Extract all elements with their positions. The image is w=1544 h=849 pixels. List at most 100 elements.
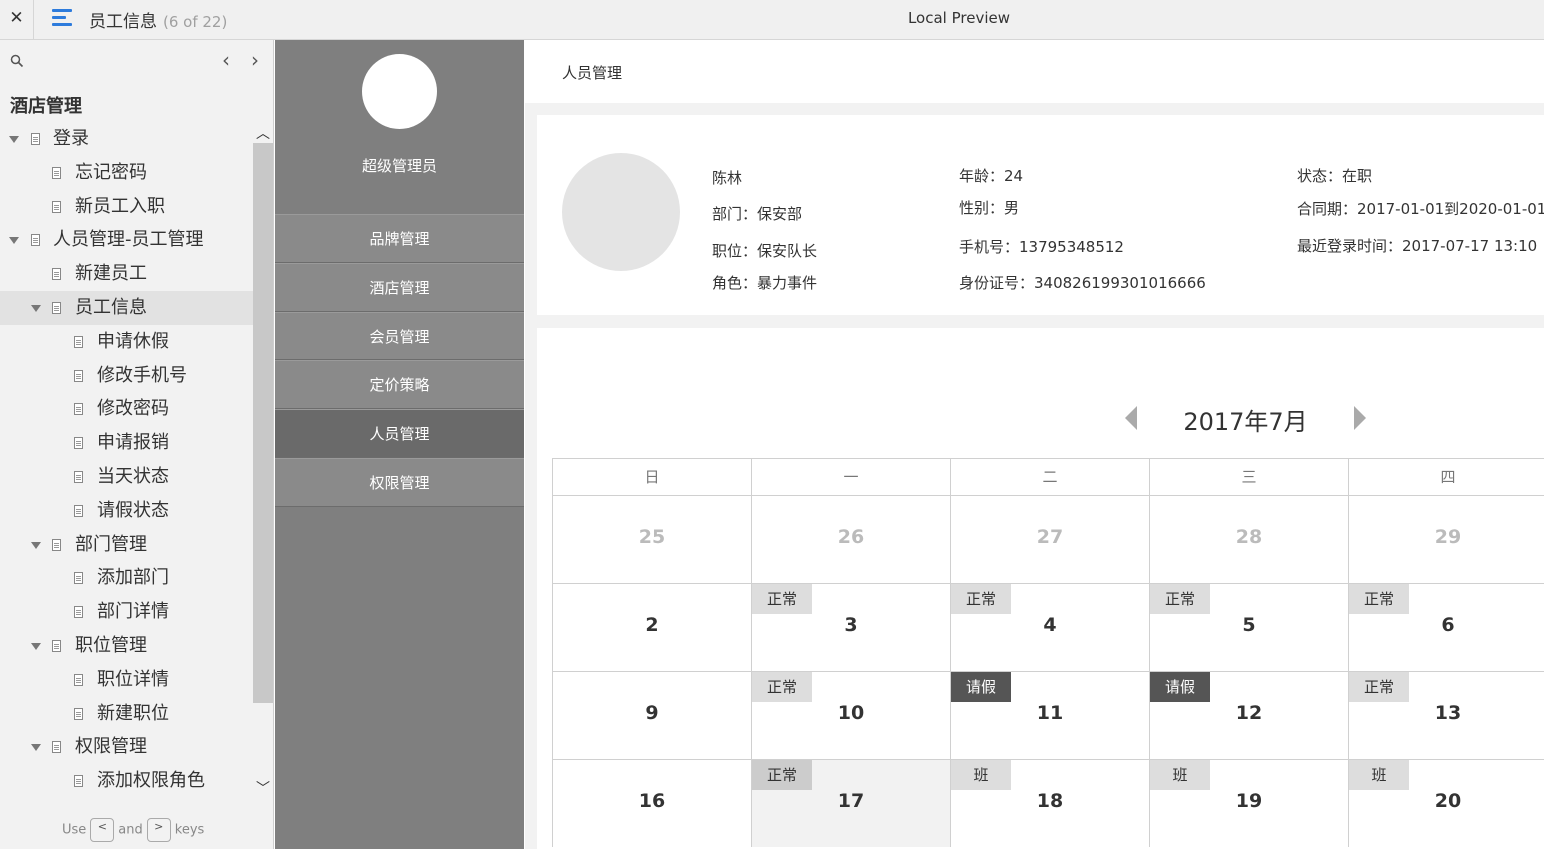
sitemap-item[interactable]: 新建职位 bbox=[0, 697, 253, 731]
sitemap-item-label: 权限管理 bbox=[75, 736, 147, 758]
sitemap-item[interactable]: 登录 bbox=[0, 122, 253, 156]
employee-avatar bbox=[562, 153, 680, 271]
next-key-icon: > bbox=[146, 818, 171, 842]
sitemap-item[interactable]: 新员工入职 bbox=[0, 190, 253, 224]
close-icon[interactable]: ✕ bbox=[0, 0, 34, 40]
employee-status: 状态：在职 bbox=[1297, 167, 1373, 185]
calendar-day-cell[interactable]: 正常 3 bbox=[751, 583, 950, 671]
page-icon bbox=[74, 775, 83, 788]
sitemap-item[interactable]: 申请报销 bbox=[0, 426, 253, 460]
nav-menu-item[interactable]: 品牌管理 bbox=[275, 214, 524, 263]
calendar-day-cell[interactable]: 正常 13 bbox=[1348, 671, 1544, 759]
employee-name: 陈林 bbox=[712, 169, 743, 187]
expand-arrow-icon[interactable] bbox=[9, 136, 19, 143]
calendar-day-cell[interactable]: 28 bbox=[1149, 495, 1348, 583]
breadcrumb-bar: 人员管理 bbox=[525, 40, 1544, 103]
calendar-day-cell[interactable]: 请假 11 bbox=[950, 671, 1149, 759]
sitemap-item[interactable]: 职位详情 bbox=[0, 663, 253, 697]
app-navigation: 超级管理员 品牌管理 酒店管理 会员管理 定价策略 人员管理 权限管理 bbox=[275, 40, 524, 849]
page-icon bbox=[52, 301, 61, 314]
sitemap-item[interactable]: 忘记密码 bbox=[0, 156, 253, 190]
calendar-day-cell[interactable]: 16 bbox=[552, 759, 751, 847]
hamburger-menu-icon[interactable] bbox=[52, 9, 72, 27]
calendar-day-cell[interactable]: 正常 5 bbox=[1149, 583, 1348, 671]
scrollbar-thumb[interactable] bbox=[253, 143, 273, 703]
weekday-label: 一 bbox=[751, 458, 950, 495]
calendar-day-cell[interactable]: 26 bbox=[751, 495, 950, 583]
calendar-day-cell[interactable]: 29 bbox=[1348, 495, 1544, 583]
calendar-week-row: 25 26 27 28 29 bbox=[552, 495, 1544, 583]
sitemap-item-label: 添加部门 bbox=[97, 567, 169, 589]
nav-menu-item[interactable]: 酒店管理 bbox=[275, 262, 524, 312]
employee-id-number: 身份证号：340826199301016666 bbox=[959, 274, 1206, 292]
scroll-down-icon[interactable]: ﹀ bbox=[253, 778, 273, 798]
calendar-day-cell[interactable]: 班 18 bbox=[950, 759, 1149, 847]
calendar-day-cell[interactable]: 班 19 bbox=[1149, 759, 1348, 847]
scroll-up-icon[interactable]: ︿ bbox=[253, 123, 273, 143]
sitemap-item[interactable]: 添加权限角色 bbox=[0, 764, 253, 798]
expand-arrow-icon[interactable] bbox=[31, 642, 41, 650]
nav-menu-item[interactable]: 权限管理 bbox=[275, 457, 524, 507]
sitemap-item[interactable]: 当天状态 bbox=[0, 460, 253, 494]
sitemap-item-label: 人员管理-员工管理 bbox=[53, 229, 204, 251]
calendar-day-cell[interactable]: 2 bbox=[552, 583, 751, 671]
calendar-next-month-icon[interactable] bbox=[1354, 406, 1366, 430]
sitemap-item-label: 登录 bbox=[53, 128, 89, 149]
page-icon bbox=[74, 606, 83, 619]
sitemap-item[interactable]: 部门管理 bbox=[0, 528, 253, 562]
calendar-day-number: 27 bbox=[1036, 526, 1064, 548]
calendar-prev-month-icon[interactable] bbox=[1125, 406, 1137, 430]
calendar-day-cell[interactable]: 班 20 bbox=[1348, 759, 1544, 847]
calendar-day-cell[interactable]: 正常 10 bbox=[751, 671, 950, 759]
sitemap-scrollbar[interactable]: ︿ ﹀ bbox=[253, 123, 273, 803]
calendar-day-number: 5 bbox=[1242, 614, 1256, 636]
expand-arrow-icon[interactable] bbox=[31, 304, 41, 312]
calendar-day-number: 6 bbox=[1441, 614, 1455, 636]
calendar-day-cell[interactable]: 正常 6 bbox=[1348, 583, 1544, 671]
expand-arrow-icon[interactable] bbox=[9, 237, 19, 245]
calendar-day-cell[interactable]: 9 bbox=[552, 671, 751, 759]
next-page-icon[interactable]: › bbox=[247, 50, 263, 70]
attendance-status-badge: 正常 bbox=[1349, 672, 1409, 702]
page-title: 员工信息 (6 of 22) bbox=[89, 7, 227, 32]
expand-arrow-icon[interactable] bbox=[31, 744, 41, 752]
expand-arrow-icon[interactable] bbox=[31, 541, 41, 549]
calendar-day-cell[interactable]: 27 bbox=[950, 495, 1149, 583]
sitemap-item[interactable]: 请假状态 bbox=[0, 494, 253, 528]
sitemap-item[interactable]: 权限管理 bbox=[0, 730, 253, 764]
sitemap-item[interactable]: 新建员工 bbox=[0, 257, 253, 291]
hint-and: and bbox=[118, 822, 143, 838]
calendar-day-cell[interactable]: 正常 17 bbox=[751, 759, 950, 847]
calendar-day-number: 16 bbox=[638, 790, 666, 812]
nav-menu-item[interactable]: 定价策略 bbox=[275, 360, 524, 410]
calendar-day-number: 28 bbox=[1235, 526, 1263, 548]
project-title: 酒店管理 bbox=[10, 96, 82, 117]
employee-role: 角色：暴力事件 bbox=[712, 274, 818, 292]
sitemap-item-label: 职位详情 bbox=[97, 668, 169, 690]
search-icon[interactable] bbox=[10, 54, 24, 68]
sitemap-item[interactable]: 修改手机号 bbox=[0, 359, 253, 393]
previous-page-icon[interactable]: ‹ bbox=[218, 50, 234, 70]
sitemap-item[interactable]: 修改密码 bbox=[0, 392, 253, 426]
attendance-status-badge: 正常 bbox=[1150, 584, 1210, 614]
breadcrumb: 人员管理 bbox=[562, 64, 623, 82]
attendance-status-badge: 班 bbox=[1349, 760, 1409, 790]
employee-last-login: 最近登录时间：2017-07-17 13:10 bbox=[1297, 237, 1538, 255]
sitemap-item-label: 修改手机号 bbox=[97, 364, 187, 386]
sitemap-item[interactable]: 部门详情 bbox=[0, 595, 253, 629]
calendar-day-cell[interactable]: 正常 4 bbox=[950, 583, 1149, 671]
main-content: 人员管理 陈林 部门：保安部 职位：保安队长 角色：暴力事件 年龄：24 性别：… bbox=[525, 40, 1544, 849]
sitemap-item[interactable]: 职位管理 bbox=[0, 629, 253, 663]
page-icon bbox=[52, 166, 61, 179]
nav-menu-item[interactable]: 会员管理 bbox=[275, 311, 524, 361]
sitemap-item[interactable]: 员工信息 bbox=[0, 290, 253, 325]
nav-menu-item[interactable]: 人员管理 bbox=[275, 409, 524, 458]
sitemap-item[interactable]: 申请休假 bbox=[0, 325, 253, 359]
calendar-day-cell[interactable]: 请假 12 bbox=[1149, 671, 1348, 759]
admin-avatar[interactable] bbox=[362, 54, 437, 129]
sitemap-item[interactable]: 添加部门 bbox=[0, 561, 253, 595]
page-icon bbox=[52, 538, 61, 551]
sitemap-item[interactable]: 人员管理-员工管理 bbox=[0, 223, 253, 257]
calendar-day-cell[interactable]: 25 bbox=[552, 495, 751, 583]
page-title-text: 员工信息 bbox=[89, 12, 157, 32]
